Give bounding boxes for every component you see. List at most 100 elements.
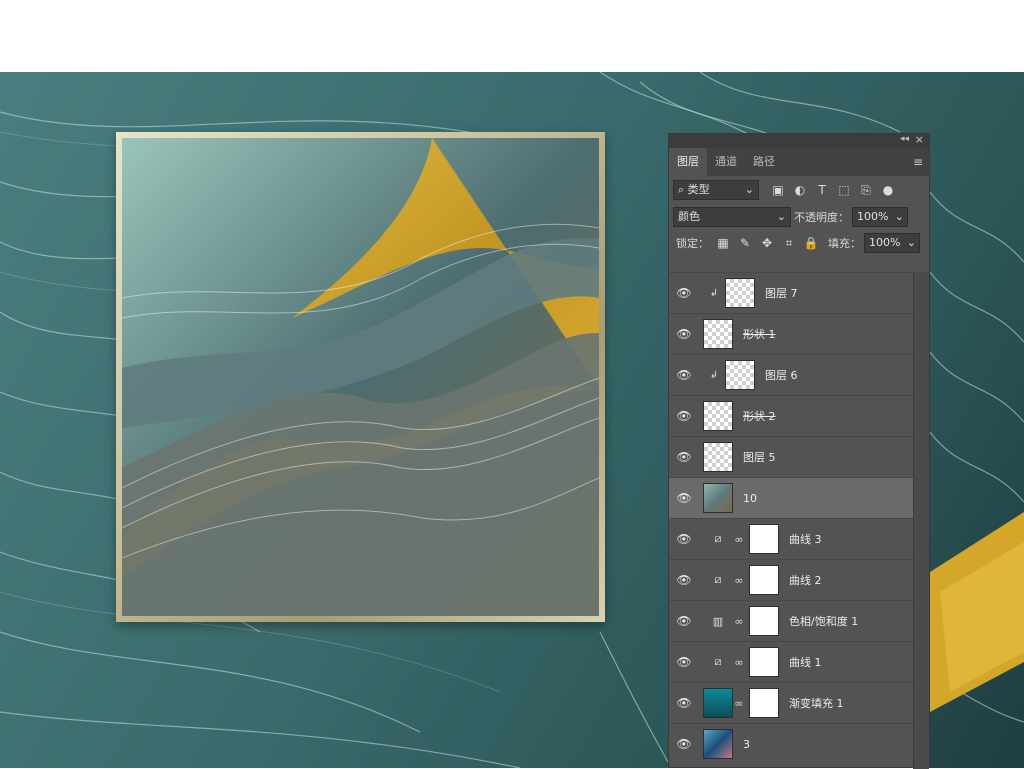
fill-field[interactable]: 100% ⌄	[864, 233, 920, 253]
eye-icon[interactable]: 👁	[669, 450, 699, 464]
layer-name: 曲线 2	[789, 574, 822, 587]
chain-link-icon[interactable]: ∞	[733, 615, 745, 628]
layer-row[interactable]: 👁 ⧄ ∞ 曲线 3	[669, 518, 915, 559]
layer-name: 3	[743, 737, 750, 751]
layer-row-selected[interactable]: 👁 10	[669, 477, 915, 518]
chain-link-icon[interactable]: ∞	[733, 697, 745, 710]
layer-name: 图层 6	[765, 369, 798, 382]
chevron-down-icon: ⌄	[906, 236, 916, 249]
chain-link-icon[interactable]: ∞	[733, 533, 745, 546]
layer-row[interactable]: 👁 形状 1	[669, 313, 915, 354]
fill-value: 100%	[869, 236, 901, 249]
layer-thumbnail	[703, 442, 733, 472]
layer-row[interactable]: 👁 图层 5	[669, 436, 915, 477]
layers-panel: ◂◂ × 图层 通道 路径 ≡ ⌕ 类型 ⌄ ▣ ◐ T ⬚ ⎘ ● 颜色 ⌄ …	[668, 133, 930, 769]
chevron-down-icon: ⌄	[744, 183, 754, 196]
panel-menu-icon[interactable]: ≡	[913, 155, 923, 169]
top-white-strip	[0, 0, 1024, 72]
mask-thumbnail	[749, 524, 779, 554]
lock-label: 锁定：	[676, 237, 709, 250]
blend-mode-select[interactable]: 颜色 ⌄	[673, 207, 791, 227]
tab-paths[interactable]: 路径	[745, 148, 783, 176]
collapse-icon[interactable]: ◂◂	[900, 134, 909, 144]
artwork-canvas	[122, 138, 599, 616]
layer-thumbnail	[725, 278, 755, 308]
lock-all-icon[interactable]: 🔒	[800, 236, 822, 250]
layer-row[interactable]: 👁 ↲ 图层 7	[669, 272, 915, 313]
filter-adjustment-icon[interactable]: ◐	[789, 183, 811, 197]
layer-name: 曲线 1	[789, 656, 822, 669]
blend-mode-value: 颜色	[678, 210, 700, 223]
layer-name: 色相/饱和度 1	[789, 615, 859, 628]
curves-icon: ⧄	[714, 655, 722, 668]
filter-row: ⌕ 类型 ⌄ ▣ ◐ T ⬚ ⎘ ●	[669, 176, 929, 204]
opacity-value: 100%	[857, 210, 889, 223]
clipping-arrow-icon: ↲	[709, 369, 719, 381]
layer-name: 形状 1	[743, 328, 776, 341]
filter-toggle-icon[interactable]: ●	[877, 183, 899, 197]
gradient-thumbnail	[703, 688, 733, 718]
panel-tabs: 图层 通道 路径 ≡	[669, 148, 929, 176]
chevron-down-icon: ⌄	[776, 210, 786, 223]
eye-icon[interactable]: 👁	[669, 614, 699, 628]
filter-pixel-icon[interactable]: ▣	[767, 183, 789, 197]
layer-row[interactable]: 👁 3	[669, 723, 915, 764]
shape-thumbnail	[703, 319, 733, 349]
layer-name: 图层 7	[765, 287, 798, 300]
chain-link-icon[interactable]: ∞	[733, 574, 745, 587]
lock-move-icon[interactable]: ✥	[756, 236, 778, 250]
clipping-arrow-icon: ↲	[709, 287, 719, 299]
eye-icon[interactable]: 👁	[669, 737, 699, 751]
layer-row[interactable]: 👁 ▥ ∞ 色相/饱和度 1	[669, 600, 915, 641]
layer-name: 渐变填充 1	[789, 697, 844, 710]
eye-icon[interactable]: 👁	[669, 409, 699, 423]
lock-artboard-icon[interactable]: ⌗	[778, 236, 800, 251]
layer-row[interactable]: 👁 ↲ 图层 6	[669, 354, 915, 395]
eye-icon[interactable]: 👁	[669, 655, 699, 669]
blend-row: 颜色 ⌄ 不透明度： 100% ⌄	[669, 204, 929, 230]
filter-type-icon[interactable]: T	[811, 183, 833, 197]
layer-name: 10	[743, 491, 757, 505]
panel-header-bar: ◂◂ ×	[669, 133, 929, 148]
mask-thumbnail	[749, 606, 779, 636]
mask-thumbnail	[749, 565, 779, 595]
curves-icon: ⧄	[714, 532, 722, 545]
eye-icon[interactable]: 👁	[669, 696, 699, 710]
lock-brush-icon[interactable]: ✎	[734, 236, 756, 250]
fill-label: 填充：	[828, 237, 861, 250]
tab-channels[interactable]: 通道	[707, 148, 745, 176]
layer-row[interactable]: 👁 ⧄ ∞ 曲线 1	[669, 641, 915, 682]
layer-thumbnail	[725, 360, 755, 390]
close-icon[interactable]: ×	[915, 133, 924, 146]
eye-icon[interactable]: 👁	[669, 286, 699, 300]
filter-kind-select[interactable]: ⌕ 类型 ⌄	[673, 180, 759, 200]
layers-list: 👁 ↲ 图层 7 👁 形状 1 👁 ↲ 图层 6 👁 形状 2 👁 图层 5 👁…	[669, 272, 915, 764]
layer-thumbnail	[703, 483, 733, 513]
filter-shape-icon[interactable]: ⬚	[833, 183, 855, 197]
layer-name: 图层 5	[743, 451, 776, 464]
layer-name: 形状 2	[743, 410, 776, 423]
layer-row[interactable]: 👁 形状 2	[669, 395, 915, 436]
chevron-down-icon: ⌄	[894, 210, 904, 223]
eye-icon[interactable]: 👁	[669, 491, 699, 505]
layer-row[interactable]: 👁 ∞ 渐变填充 1	[669, 682, 915, 723]
hue-saturation-icon: ▥	[712, 614, 724, 628]
eye-icon[interactable]: 👁	[669, 327, 699, 341]
eye-icon[interactable]: 👁	[669, 573, 699, 587]
lock-row: 锁定： ▦ ✎ ✥ ⌗ 🔒 填充： 100% ⌄	[669, 230, 929, 256]
eye-icon[interactable]: 👁	[669, 368, 699, 382]
layer-thumbnail	[703, 729, 733, 759]
lock-transparent-icon[interactable]: ▦	[712, 236, 734, 250]
eye-icon[interactable]: 👁	[669, 532, 699, 546]
mask-thumbnail	[749, 688, 779, 718]
filter-smart-object-icon[interactable]: ⎘	[855, 183, 877, 198]
shape-thumbnail	[703, 401, 733, 431]
layer-name: 曲线 3	[789, 533, 822, 546]
chain-link-icon[interactable]: ∞	[733, 656, 745, 669]
opacity-field[interactable]: 100% ⌄	[852, 207, 908, 227]
mask-thumbnail	[749, 647, 779, 677]
layers-scrollbar[interactable]	[913, 272, 929, 769]
search-icon: ⌕	[678, 183, 685, 196]
tab-layers[interactable]: 图层	[669, 148, 707, 176]
layer-row[interactable]: 👁 ⧄ ∞ 曲线 2	[669, 559, 915, 600]
